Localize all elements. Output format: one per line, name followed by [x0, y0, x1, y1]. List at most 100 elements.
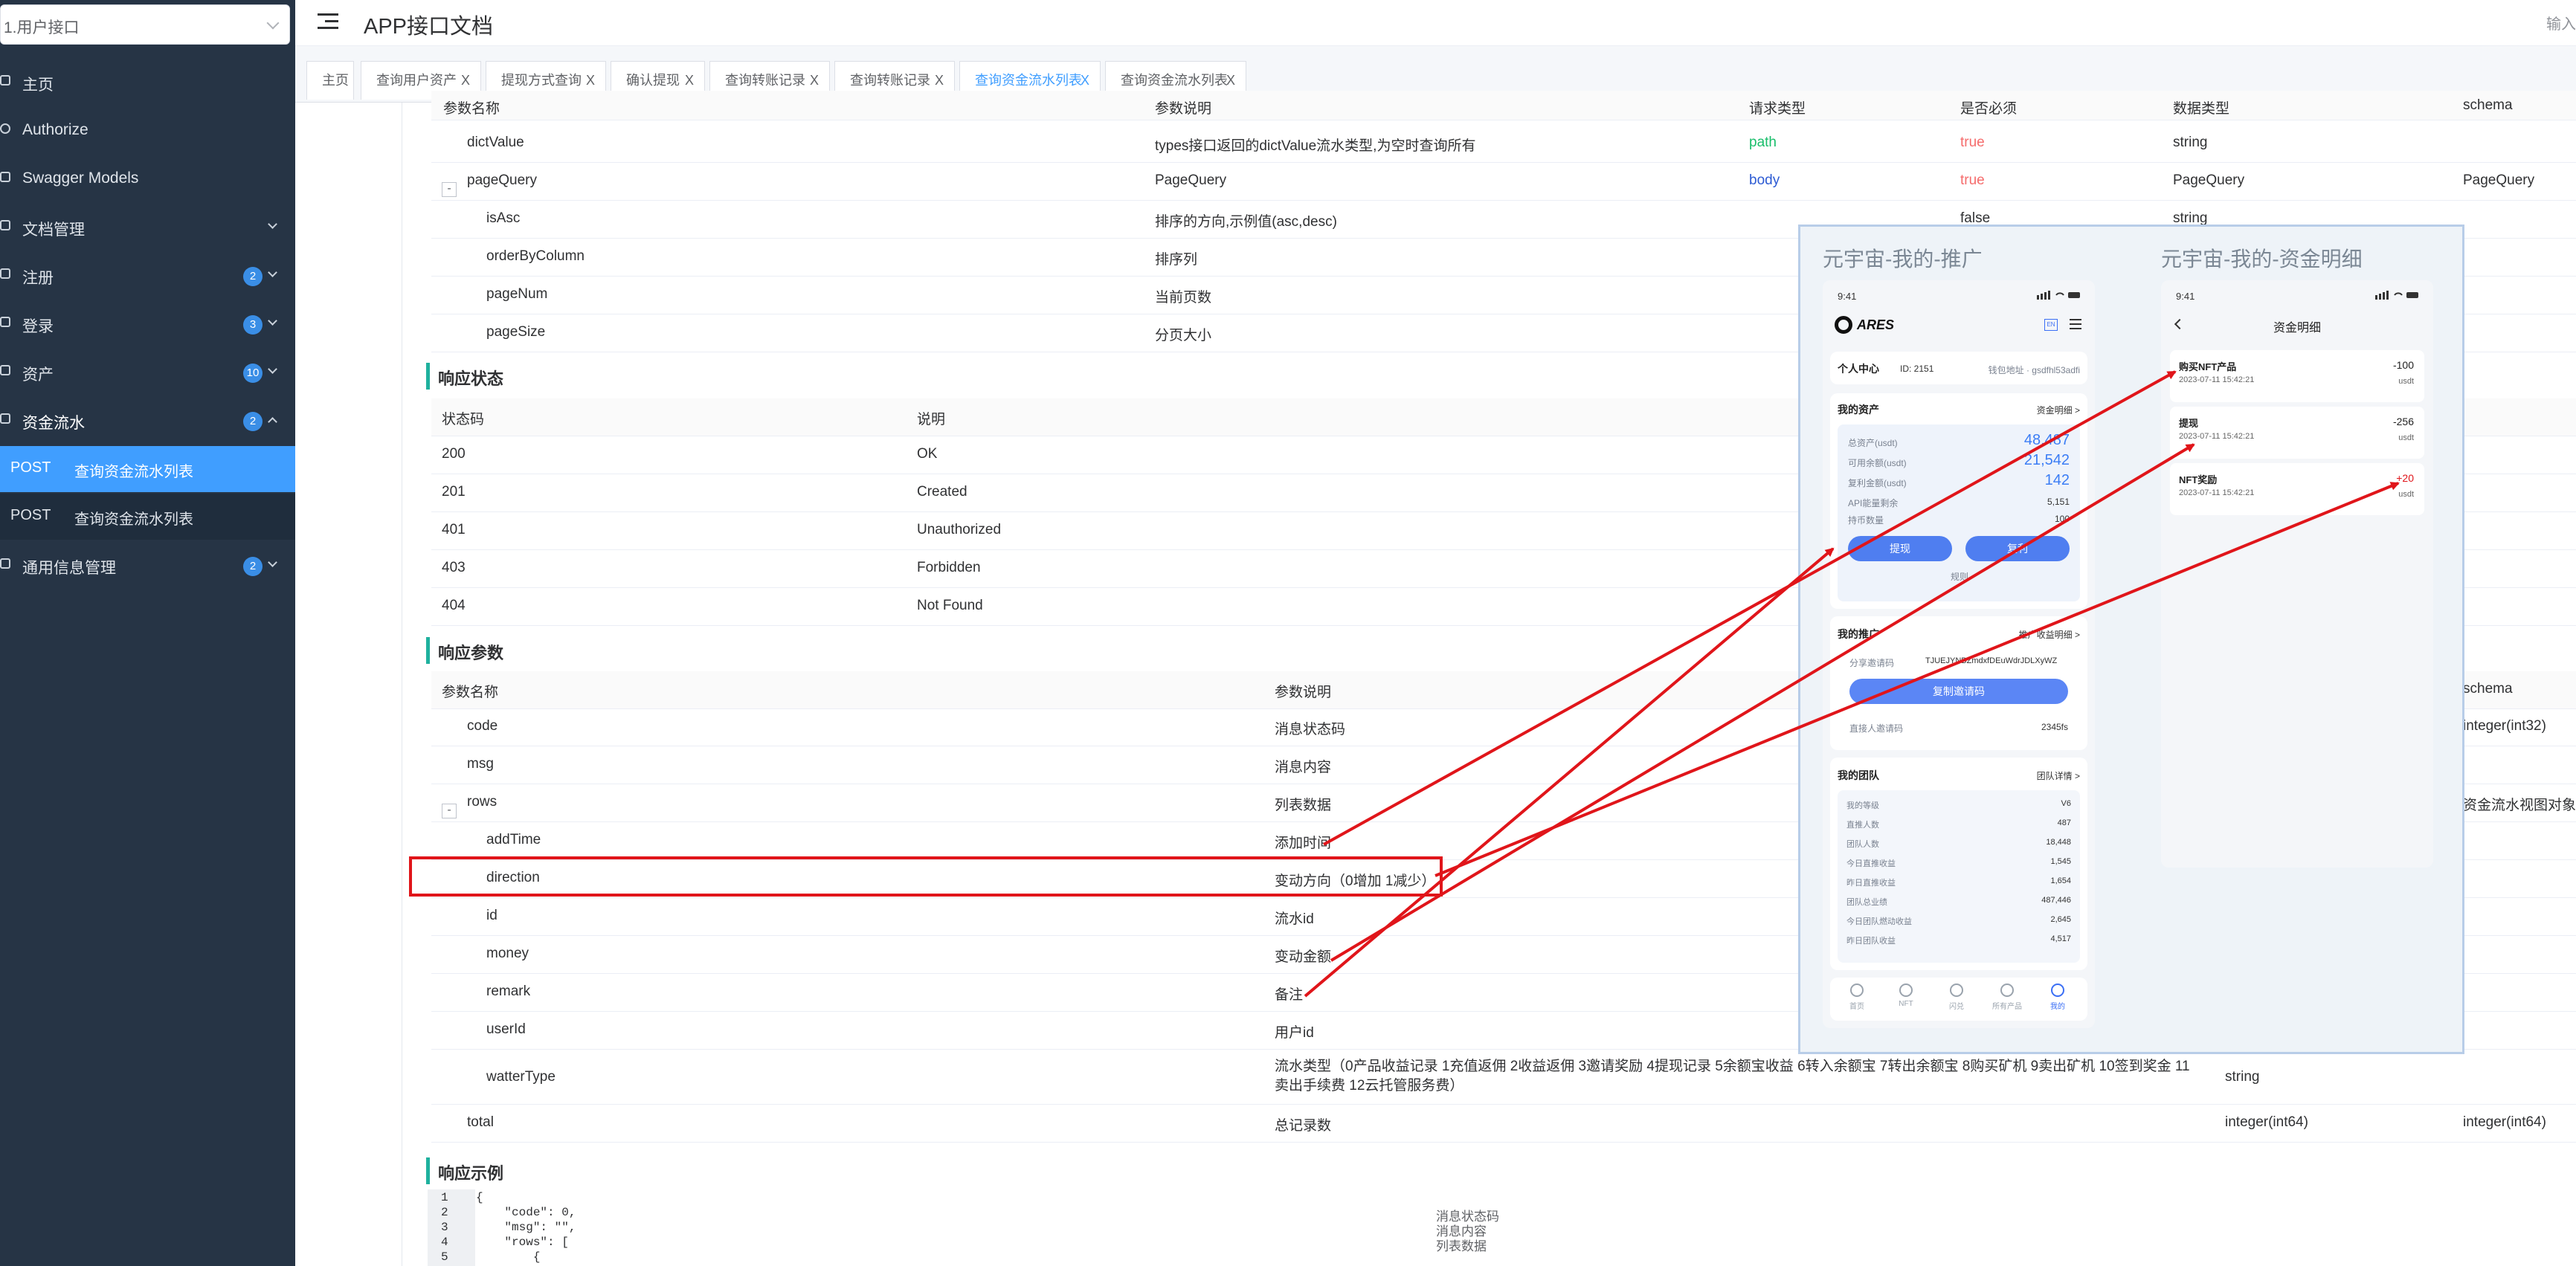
param-name: watterType	[486, 1069, 556, 1085]
tab-home[interactable]: 主页	[306, 61, 354, 100]
code-line: "rows": [	[476, 1236, 569, 1249]
fund-item-name: NFT奖励	[2179, 474, 2218, 485]
rules-link[interactable]: 规则	[1951, 570, 1968, 583]
col-header: 参数名称	[443, 101, 500, 117]
status-code: 200	[442, 446, 466, 462]
param-desc: 排序的方向,示例值(asc,desc)	[1155, 214, 1337, 230]
asset-value: 142	[2044, 472, 2070, 488]
team-stat-row: 今日团队燃动收益 2,645	[1846, 915, 2071, 930]
table-row: dictValue types接口返回的dictValue流水类型,为空时查询所…	[431, 125, 2576, 163]
sidebar-item-swagger-models[interactable]: Swagger Models	[0, 156, 295, 202]
sidebar-item-label: Authorize	[22, 121, 88, 138]
sidebar-item-authorize[interactable]: Authorize	[0, 108, 295, 154]
withdraw-button[interactable]: 提现	[1848, 536, 1952, 561]
fund-item[interactable]: NFT奖励 2023-07-11 15:42:21 +20 usdt	[2170, 463, 2424, 515]
sidebar-item-fund-flow[interactable]: 资金流水 2	[0, 398, 295, 444]
assets-detail-link[interactable]: 资金明细 >	[2037, 404, 2080, 416]
param-name: userId	[486, 1021, 526, 1037]
menu-toggle-icon[interactable]	[318, 12, 338, 31]
nav-nft[interactable]: NFT	[1884, 984, 1928, 1008]
fund-item-date: 2023-07-11 15:42:21	[2179, 488, 2255, 497]
stat-value: 487,446	[2041, 896, 2071, 905]
fund-item[interactable]: 购买NFT产品 2023-07-11 15:42:21 -100 usdt	[2170, 350, 2424, 402]
nav-label: 闪兑	[1949, 1003, 1964, 1011]
col-header: 参数名称	[442, 685, 499, 700]
sidebar-item-login[interactable]: 登录 3	[0, 301, 295, 347]
http-method: POST	[10, 459, 51, 476]
param-type: string	[2173, 135, 2208, 150]
chevron-up-icon	[268, 417, 277, 427]
stat-label: 直推人数	[1846, 821, 1879, 830]
line-gutter	[428, 1189, 475, 1266]
param-desc: 流水id	[1275, 911, 1314, 927]
tab-label: 主页	[322, 73, 349, 88]
status-desc: Forbidden	[917, 560, 981, 575]
promo-detail-link[interactable]: 推广收益明细 >	[2019, 628, 2080, 641]
chevron-down-icon	[268, 316, 277, 326]
my-team-card: 我的团队 团队详情 > 我的等级 V6 直推人数 487 团队人数 18,448 今日…	[1830, 758, 2087, 970]
team-detail-link[interactable]: 团队详情 >	[2037, 769, 2080, 782]
search-input[interactable]: 输入	[2546, 12, 2576, 33]
fund-item-unit: usdt	[2398, 490, 2414, 499]
nav-products[interactable]: 所有产品	[1985, 984, 2029, 1011]
sidebar-subitem[interactable]: POST 查询资金流水列表	[0, 494, 295, 540]
nav-home[interactable]: 首页	[1835, 984, 1879, 1011]
section-title: 响应示例	[438, 1164, 504, 1183]
status-desc: Unauthorized	[917, 522, 1002, 537]
stat-label: 今日团队燃动收益	[1846, 917, 1912, 926]
compound-button[interactable]: 复利	[1965, 536, 2070, 561]
menu-icon[interactable]	[2070, 319, 2081, 329]
team-stat-row: 今日直推收益 1,545	[1846, 857, 2071, 872]
fund-item[interactable]: 提现 2023-07-11 15:42:21 -256 usdt	[2170, 407, 2424, 459]
nav-mine[interactable]: 我的	[2035, 984, 2080, 1011]
sidebar-subitem-active[interactable]: POST 查询资金流水列表	[0, 446, 295, 492]
page-title: APP接口文档	[364, 15, 494, 39]
nav-label: 我的	[2050, 1003, 2065, 1011]
assets-panel: 总资产(usdt) 48,487 可用余额(usdt) 21,542 复利金额(…	[1838, 424, 2080, 601]
copy-invite-button[interactable]: 复制邀请码	[1849, 679, 2068, 704]
stat-value: 2,645	[2050, 915, 2071, 924]
table-row: watterType 流水类型（0产品收益记录 1充值返佣 2收益返佣 3邀请奖…	[431, 1050, 2576, 1105]
signal-battery-icon	[2037, 291, 2080, 300]
sidebar-item-common-info[interactable]: 通用信息管理 2	[0, 543, 295, 589]
col-header: 数据类型	[2173, 101, 2230, 117]
section-response-example: 响应示例	[426, 1156, 2576, 1189]
sidebar-item-home[interactable]: 主页	[0, 59, 295, 106]
count-badge: 2	[243, 267, 263, 286]
line-number: 4	[441, 1236, 448, 1249]
tab-label: 提现方式查询	[501, 73, 582, 88]
group-select[interactable]: 1.用户接口	[0, 4, 290, 45]
top-header: APP接口文档 输入	[295, 0, 2576, 46]
invite-label: 直接人邀请码	[1849, 723, 1904, 734]
line-number: 2	[441, 1206, 448, 1219]
sidebar-item-doc-management[interactable]: 文档管理	[0, 204, 295, 251]
fund-item-date: 2023-07-11 15:42:21	[2179, 375, 2255, 384]
col-header: schema	[2463, 681, 2513, 697]
param-type: integer(int64)	[2225, 1114, 2308, 1130]
collapse-icon: -	[442, 182, 457, 197]
doc-icon	[0, 220, 10, 230]
param-name: total	[467, 1114, 494, 1130]
param-desc: 排序列	[1155, 252, 1198, 268]
param-desc: 添加时间	[1275, 836, 1332, 851]
param-desc: 消息内容	[1275, 760, 1332, 775]
language-button[interactable]: EN	[2044, 319, 2058, 331]
sidebar-item-register[interactable]: 注册 2	[0, 253, 295, 299]
products-icon	[2000, 984, 2014, 997]
fund-item-name: 购买NFT产品	[2179, 361, 2237, 372]
section-title: 响应状态	[438, 369, 504, 388]
code-editor[interactable]: 1 2 3 4 5 { "code": 0, "msg": "", "rows"…	[428, 1189, 2576, 1266]
team-stat-row: 昨日直推收益 1,654	[1846, 876, 2071, 891]
sidebar-item-assets[interactable]: 资产 10	[0, 349, 295, 395]
chevron-down-icon	[266, 16, 280, 30]
share-code-value: TJUEJYNBZmdxfDEuWdrJDLXyWZ	[1925, 656, 2058, 665]
phone-fund-details: 9:41 资金明细 购买NFT产品 2023-07-11 15:42:21 -1…	[2161, 280, 2433, 868]
stat-label: 团队总业绩	[1846, 898, 1887, 907]
param-desc: types接口返回的dictValue流水类型,为空时查询所有	[1155, 138, 1476, 154]
sidebar-item-label: 资产	[22, 366, 54, 384]
fund-item-unit: usdt	[2398, 433, 2414, 442]
param-schema: PageQuery	[2463, 172, 2535, 188]
tab-label: 查询转账记录	[850, 73, 930, 88]
nav-swap[interactable]: 闪兑	[1934, 984, 1979, 1011]
tab-label: 查询用户资产	[376, 73, 457, 88]
